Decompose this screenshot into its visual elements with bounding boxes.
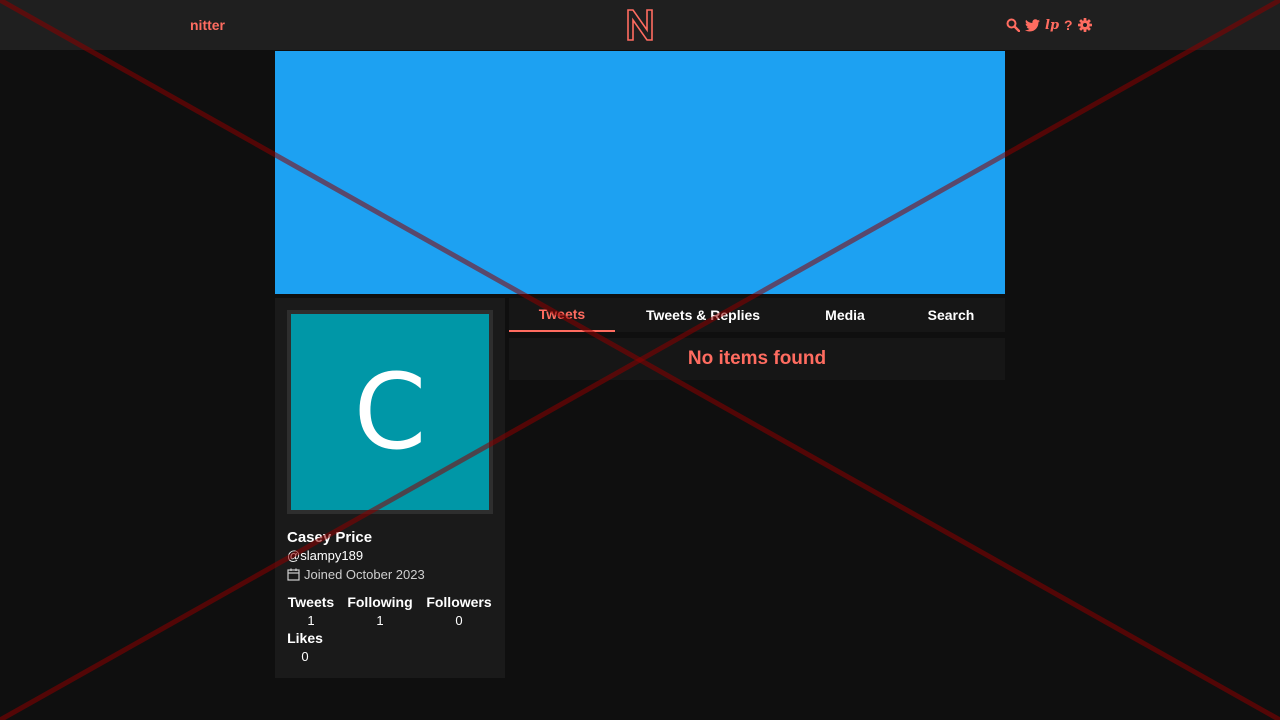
- tab-tweets[interactable]: Tweets: [509, 298, 615, 332]
- stat-tweets-value: 1: [307, 613, 315, 628]
- timeline-empty: No items found: [509, 338, 1005, 380]
- stat-following[interactable]: Following 1: [347, 594, 413, 628]
- calendar-icon: [287, 568, 300, 581]
- stat-following-value: 1: [376, 613, 384, 628]
- tab-media[interactable]: Media: [805, 298, 885, 332]
- join-date-text: Joined October 2023: [304, 567, 425, 582]
- profile-banner: [275, 51, 1005, 294]
- nav-icons: lp ?: [1006, 16, 1097, 34]
- twitter-bird-icon[interactable]: [1025, 16, 1040, 34]
- navbar: nitter lp ?: [0, 0, 1280, 50]
- profile-fullname[interactable]: Casey Price: [287, 529, 372, 546]
- avatar-letter: C: [353, 351, 427, 473]
- stat-tweets[interactable]: Tweets 1: [287, 594, 335, 628]
- profile-card: C Casey Price @slampy189 Joined October …: [275, 298, 505, 678]
- stat-followers[interactable]: Followers 0: [425, 594, 493, 628]
- stat-followers-value: 0: [455, 613, 463, 628]
- stat-likes[interactable]: Likes 0: [285, 630, 325, 664]
- stat-likes-label: Likes: [287, 630, 323, 646]
- stat-followers-label: Followers: [426, 594, 492, 610]
- timeline-tabs: Tweets Tweets & Replies Media Search: [509, 298, 1005, 332]
- stat-following-label: Following: [347, 594, 413, 610]
- profile-username[interactable]: @slampy189: [287, 548, 363, 563]
- gear-icon[interactable]: [1077, 16, 1092, 34]
- tab-search[interactable]: Search: [911, 298, 991, 332]
- rss-icon[interactable]: lp: [1045, 16, 1059, 34]
- avatar[interactable]: C: [287, 310, 493, 514]
- empty-message: No items found: [687, 348, 827, 369]
- tab-tweets-replies[interactable]: Tweets & Replies: [633, 298, 773, 332]
- stat-tweets-label: Tweets: [287, 594, 335, 610]
- help-icon[interactable]: ?: [1064, 16, 1073, 34]
- stat-likes-value: 0: [301, 649, 309, 664]
- search-icon[interactable]: [1006, 16, 1020, 34]
- nitter-logo[interactable]: [626, 8, 654, 42]
- brand-link[interactable]: nitter: [190, 17, 225, 33]
- join-date: Joined October 2023: [287, 567, 425, 582]
